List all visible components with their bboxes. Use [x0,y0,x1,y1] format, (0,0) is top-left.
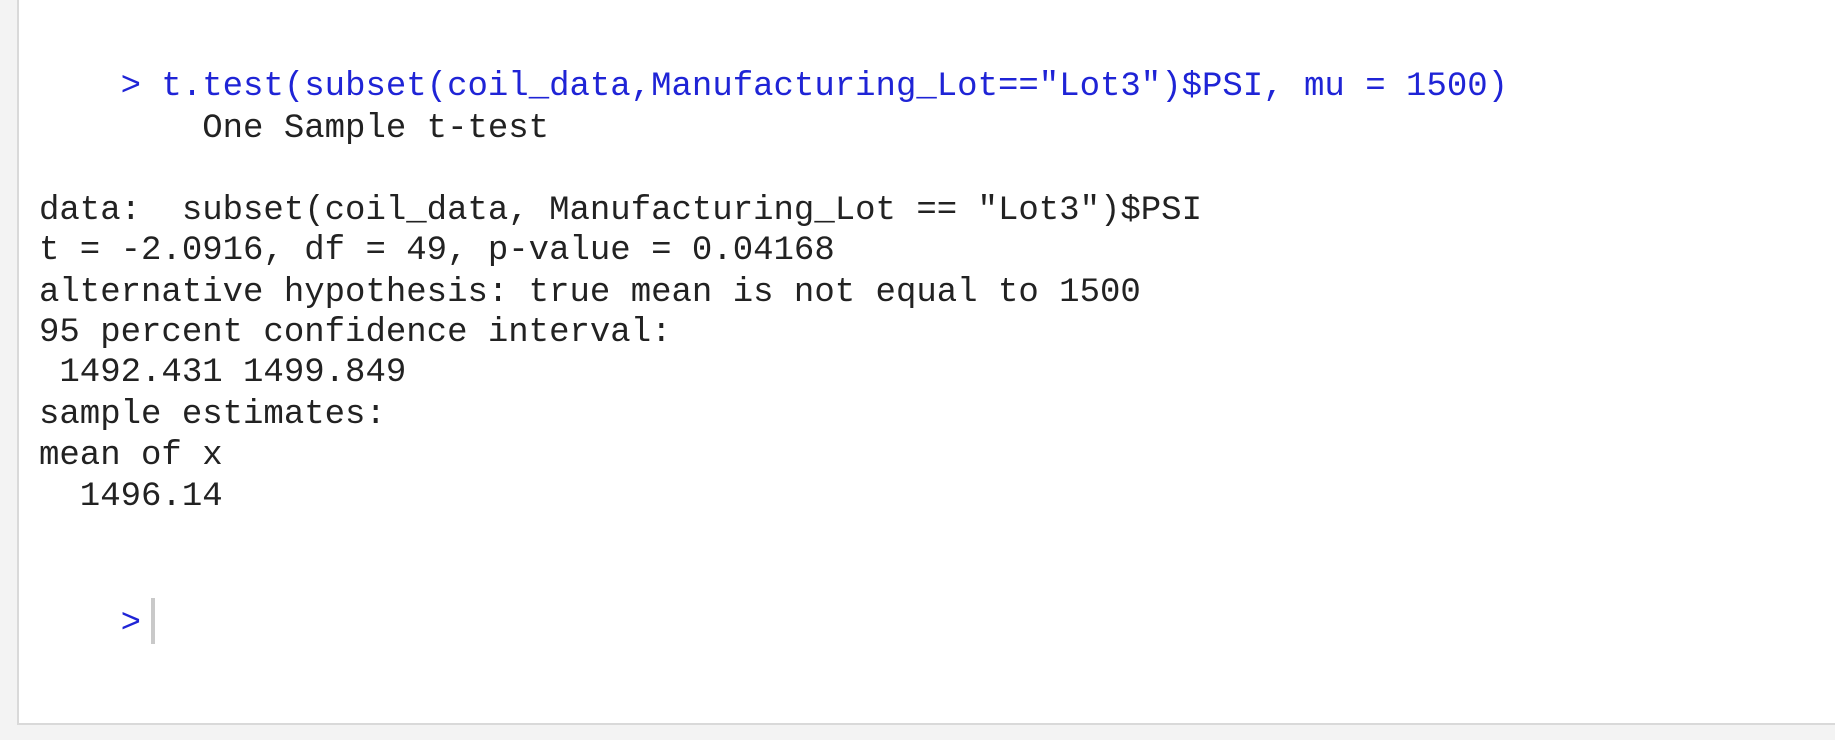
sample-estimates-label: sample estimates: [39,396,386,434]
alternative-hypothesis-line: alternative hypothesis: true mean is not… [39,274,1141,312]
test-title: One Sample t-test [39,110,550,148]
data-line: data: subset(coil_data, Manufacturing_Lo… [39,192,1202,230]
confidence-interval-label: 95 percent confidence interval: [39,314,672,352]
confidence-interval-values: 1492.431 1499.849 [39,354,407,392]
input-prompt-line[interactable]: > [39,560,156,644]
prompt-symbol: > [120,68,142,106]
estimate-name: mean of x [39,437,223,475]
next-prompt-symbol: > [120,604,142,643]
r-console[interactable]: > t.test(subset(coil_data,Manufacturing_… [17,0,1835,725]
text-cursor [151,598,156,644]
estimate-value: 1496.14 [39,478,223,516]
command-text: t.test(subset(coil_data,Manufacturing_Lo… [141,68,1509,106]
command-line: > t.test(subset(coil_data,Manufacturing_… [39,27,1508,106]
stats-line: t = -2.0916, df = 49, p-value = 0.04168 [39,232,835,270]
